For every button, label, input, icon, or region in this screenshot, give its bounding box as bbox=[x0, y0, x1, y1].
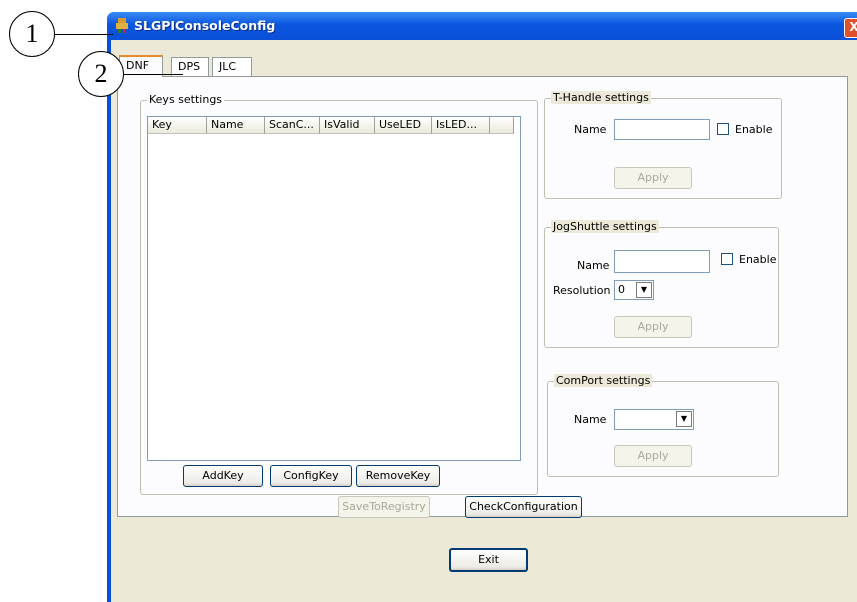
column-useled[interactable]: UseLED bbox=[375, 117, 432, 134]
jogshuttle-settings-title: JogShuttle settings bbox=[551, 220, 659, 233]
comport-settings-title: ComPort settings bbox=[554, 374, 653, 387]
jogshuttle-name-label: Name bbox=[577, 259, 610, 272]
keys-list-header: Key Name ScanC... IsValid UseLED IsLED..… bbox=[148, 117, 514, 134]
title-bar[interactable]: SLGPIConsoleConfig X bbox=[107, 12, 857, 40]
keys-list[interactable]: Key Name ScanC... IsValid UseLED IsLED..… bbox=[147, 116, 521, 461]
t-handle-enable-checkbox[interactable] bbox=[717, 123, 729, 135]
callout-2: 2 bbox=[78, 51, 124, 97]
remove-key-button[interactable]: RemoveKey bbox=[356, 465, 440, 487]
close-button[interactable]: X bbox=[844, 18, 857, 38]
comport-name-label: Name bbox=[574, 413, 607, 426]
comport-name-select[interactable]: ▼ bbox=[614, 409, 694, 430]
column-key[interactable]: Key bbox=[148, 117, 207, 134]
column-name[interactable]: Name bbox=[207, 117, 265, 134]
callout-1-leader bbox=[55, 34, 113, 35]
jogshuttle-apply-button[interactable]: Apply bbox=[614, 316, 692, 338]
t-handle-settings-title: T-Handle settings bbox=[551, 91, 651, 104]
jogshuttle-resolution-value: 0 bbox=[618, 283, 625, 296]
column-isled[interactable]: IsLED... bbox=[432, 117, 490, 134]
jogshuttle-name-input[interactable] bbox=[614, 250, 710, 273]
app-icon bbox=[116, 18, 128, 33]
config-key-button[interactable]: ConfigKey bbox=[270, 465, 352, 487]
t-handle-name-label: Name bbox=[574, 123, 607, 136]
exit-button[interactable]: Exit bbox=[449, 548, 528, 572]
callout-1: 1 bbox=[9, 11, 55, 57]
window-title: SLGPIConsoleConfig bbox=[134, 18, 276, 33]
tab-jlc[interactable]: JLC bbox=[212, 57, 252, 76]
tab-label: JLC bbox=[219, 60, 237, 73]
check-configuration-button[interactable]: CheckConfiguration bbox=[465, 496, 582, 518]
tab-label: DPS bbox=[178, 60, 201, 73]
t-handle-name-input[interactable] bbox=[614, 119, 710, 140]
column-filler bbox=[490, 117, 514, 134]
jogshuttle-resolution-label: Resolution bbox=[553, 284, 611, 297]
jogshuttle-enable-checkbox[interactable] bbox=[721, 253, 733, 265]
callout-2-leader bbox=[123, 74, 183, 75]
add-key-button[interactable]: AddKey bbox=[183, 465, 263, 487]
keys-settings-title: Keys settings bbox=[147, 93, 225, 106]
jogshuttle-resolution-select[interactable]: 0 ▼ bbox=[614, 280, 654, 300]
chevron-down-icon[interactable]: ▼ bbox=[676, 411, 692, 427]
column-scancode[interactable]: ScanC... bbox=[265, 117, 320, 134]
t-handle-enable-label: Enable bbox=[735, 123, 773, 136]
t-handle-apply-button[interactable]: Apply bbox=[614, 167, 692, 189]
save-to-registry-button[interactable]: SaveToRegistry bbox=[338, 496, 430, 518]
tab-label: DNF bbox=[126, 59, 150, 72]
jogshuttle-enable-label: Enable bbox=[739, 253, 777, 266]
comport-apply-button[interactable]: Apply bbox=[614, 445, 692, 467]
close-icon: X bbox=[849, 20, 857, 34]
column-isvalid[interactable]: IsValid bbox=[320, 117, 375, 134]
chevron-down-icon[interactable]: ▼ bbox=[636, 282, 652, 298]
